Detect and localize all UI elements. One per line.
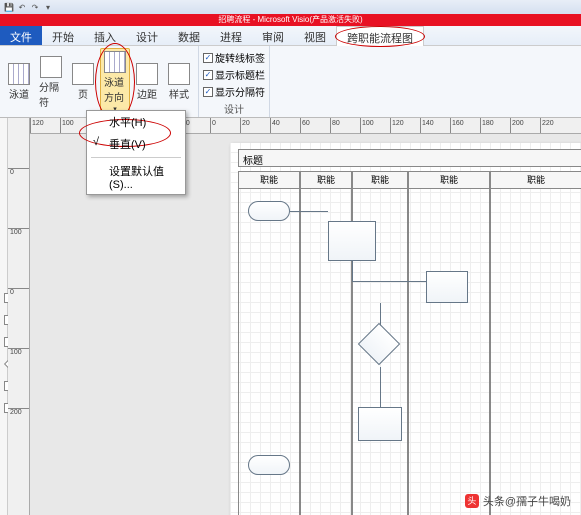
lane-header[interactable]: 职能 [300,171,352,189]
tab-file[interactable]: 文件 [0,26,42,45]
watermark: 头 头条@孺子牛喝奶 [465,493,571,509]
shape-terminator[interactable] [248,455,290,475]
tab-design[interactable]: 设计 [126,26,168,45]
ribbon: 泳道 分隔符 页 泳道方向▾ 边距 样式 插入 ✓旋转线标签 ✓显示标题栏 ✓显… [0,46,581,118]
swimlane-title[interactable]: 标题 [238,149,581,167]
btn-separator[interactable]: 分隔符 [36,48,66,116]
checkbox-icon: ✓ [203,53,213,63]
save-icon[interactable]: 💾 [4,2,14,12]
undo-icon[interactable]: ↶ [17,2,27,12]
check-rotate-labels[interactable]: ✓旋转线标签 [203,50,265,65]
lane [490,189,581,515]
tab-home[interactable]: 开始 [42,26,84,45]
tab-cross-functional[interactable]: 跨职能流程图 [336,26,424,46]
lane-header[interactable]: 职能 [238,171,300,189]
lane-header[interactable]: 职能 [352,171,408,189]
shape-process[interactable] [426,271,468,303]
separator-icon [40,56,62,78]
tab-process[interactable]: 进程 [210,26,252,45]
watermark-logo-icon: 头 [465,494,479,508]
drawing-page[interactable]: 标题 职能 职能 职能 职能 职能 [230,143,581,515]
lane [408,189,490,515]
title-bar: 招聘流程 - Microsoft Visio(产品激活失败) [0,14,581,26]
style-icon [168,63,190,85]
check-show-title[interactable]: ✓显示标题栏 [203,67,265,82]
page-icon [72,63,94,85]
checkbox-icon: ✓ [203,70,213,80]
group-label-design: 设计 [203,99,265,116]
dd-set-default[interactable]: 设置默认值(S)... [87,160,185,194]
tab-data[interactable]: 数据 [168,26,210,45]
btn-page[interactable]: 页 [68,48,98,116]
dd-horizontal[interactable]: 水平(H) [87,111,185,133]
ribbon-tabs: 文件 开始 插入 设计 数据 进程 审阅 视图 跨职能流程图 [0,26,581,46]
btn-direction[interactable]: 泳道方向▾ [100,48,130,116]
connector[interactable] [380,367,381,407]
dd-separator [91,157,181,158]
group-insert: 泳道 分隔符 页 泳道方向▾ 边距 样式 插入 [0,46,199,117]
qat-more-icon[interactable]: ▾ [43,2,53,12]
btn-swimlane[interactable]: 泳道 [4,48,34,116]
group-design: ✓旋转线标签 ✓显示标题栏 ✓显示分隔符 设计 [199,46,270,117]
tab-view[interactable]: 视图 [294,26,336,45]
btn-margins[interactable]: 边距 [132,48,162,116]
checkbox-icon: ✓ [203,87,213,97]
tab-insert[interactable]: 插入 [84,26,126,45]
lane-header[interactable]: 职能 [408,171,490,189]
shape-process[interactable] [328,221,376,261]
connector[interactable] [352,261,353,281]
direction-icon [104,51,126,73]
margins-icon [136,63,158,85]
btn-style[interactable]: 样式 [164,48,194,116]
vertical-ruler: 0 100 0 100 200 [8,118,30,515]
check-show-separators[interactable]: ✓显示分隔符 [203,84,265,99]
direction-dropdown: 水平(H) 垂直(V) 设置默认值(S)... [86,110,186,195]
quick-access-toolbar: 💾 ↶ ↷ ▾ [0,0,581,14]
lane-header[interactable]: 职能 [490,171,581,189]
tab-review[interactable]: 审阅 [252,26,294,45]
connector[interactable] [352,281,426,282]
shape-terminator[interactable] [248,201,290,221]
swimlane-icon [8,63,30,85]
dd-vertical[interactable]: 垂直(V) [87,133,185,155]
redo-icon[interactable]: ↷ [30,2,40,12]
shape-process[interactable] [358,407,402,441]
connector[interactable] [290,211,328,212]
